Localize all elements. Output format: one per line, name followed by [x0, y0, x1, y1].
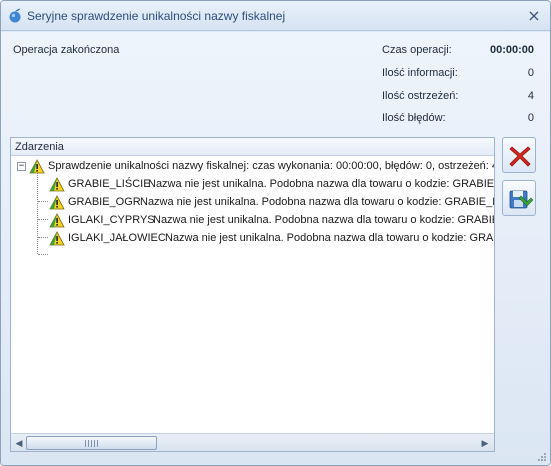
- stat-value-time: 00:00:00: [489, 44, 534, 56]
- tree-item-message: Nazwa nie jest unikalna. Podobna nazwa d…: [140, 196, 494, 208]
- dialog-window: Seryjne sprawdzenie unikalności nazwy fi…: [0, 0, 551, 466]
- tree-item-message: Nazwa nie jest unikalna. Podobna nazwa d…: [153, 214, 494, 226]
- dialog-body: Operacja zakończona Czas operacji: 00:00…: [1, 32, 550, 465]
- tree-item[interactable]: IGLAKI_JAŁOWIEC Nazwa nie jest unikalna.…: [11, 229, 494, 247]
- tree-item[interactable]: GRABIE_OGR Nazwa nie jest unikalna. Podo…: [11, 193, 494, 211]
- collapse-toggle[interactable]: −: [17, 162, 26, 171]
- stat-value-info: 0: [527, 67, 534, 79]
- tree-root-text: Sprawdzenie unikalności nazwy fiskalnej:…: [48, 160, 494, 172]
- save-button[interactable]: [502, 180, 536, 216]
- stat-label-time: Czas operacji:: [382, 44, 452, 56]
- tree-item-code: IGLAKI_CYPRYS: [68, 214, 155, 226]
- stat-value-errors: 0: [527, 112, 534, 124]
- tree-item-message: Nazwa nie jest unikalna. Podobna nazwa d…: [148, 178, 494, 190]
- close-icon[interactable]: ×: [525, 7, 543, 25]
- warning-icon: [49, 195, 65, 210]
- events-column-header[interactable]: Zdarzenia: [11, 138, 494, 156]
- save-disk-icon: [509, 190, 533, 209]
- scroll-right-arrow-icon[interactable]: ▶: [478, 436, 492, 450]
- resize-grip-icon[interactable]: [537, 452, 547, 462]
- warning-icon: [49, 177, 65, 192]
- stat-label-info: Ilość informacji:: [382, 67, 458, 79]
- warning-icon: [29, 159, 45, 174]
- tree-item[interactable]: GRABIE_LIŚCIE Nazwa nie jest unikalna. P…: [11, 175, 494, 193]
- stat-value-warnings: 4: [527, 90, 534, 102]
- window-title: Seryjne sprawdzenie unikalności nazwy fi…: [27, 9, 286, 23]
- events-panel: Zdarzenia − Sprawdzenie unikalności nazw…: [10, 137, 495, 452]
- title-bar[interactable]: Seryjne sprawdzenie unikalności nazwy fi…: [1, 1, 550, 31]
- scrollbar-thumb[interactable]: [26, 436, 157, 450]
- tree-item-code: GRABIE_OGR: [68, 196, 141, 208]
- tree-root-row[interactable]: − Sprawdzenie unikalności nazwy fiskalne…: [11, 157, 494, 175]
- scroll-left-arrow-icon[interactable]: ◀: [12, 436, 26, 450]
- tree-item-code: GRABIE_LIŚCIE: [68, 178, 151, 190]
- app-logo-icon: [9, 8, 21, 23]
- horizontal-scrollbar[interactable]: ◀ ▶: [11, 433, 494, 451]
- cancel-button[interactable]: [502, 137, 536, 173]
- events-header-label: Zdarzenia: [15, 141, 64, 153]
- events-tree[interactable]: − Sprawdzenie unikalności nazwy fiskalne…: [11, 157, 494, 433]
- warning-icon: [49, 231, 65, 246]
- tree-item[interactable]: IGLAKI_CYPRYS Nazwa nie jest unikalna. P…: [11, 211, 494, 229]
- scrollbar-grip-icon: [85, 440, 98, 447]
- stat-label-warnings: Ilość ostrzeżeń:: [382, 90, 459, 102]
- tree-item-message: Nazwa nie jest unikalna. Podobna nazwa d…: [165, 232, 494, 244]
- warning-icon: [49, 213, 65, 228]
- operation-status: Operacja zakończona: [13, 44, 120, 56]
- tree-connector: [38, 254, 48, 255]
- red-x-icon: [509, 146, 531, 167]
- tree-item-code: IGLAKI_JAŁOWIEC: [68, 232, 166, 244]
- stat-label-errors: Ilość błędów:: [382, 112, 446, 124]
